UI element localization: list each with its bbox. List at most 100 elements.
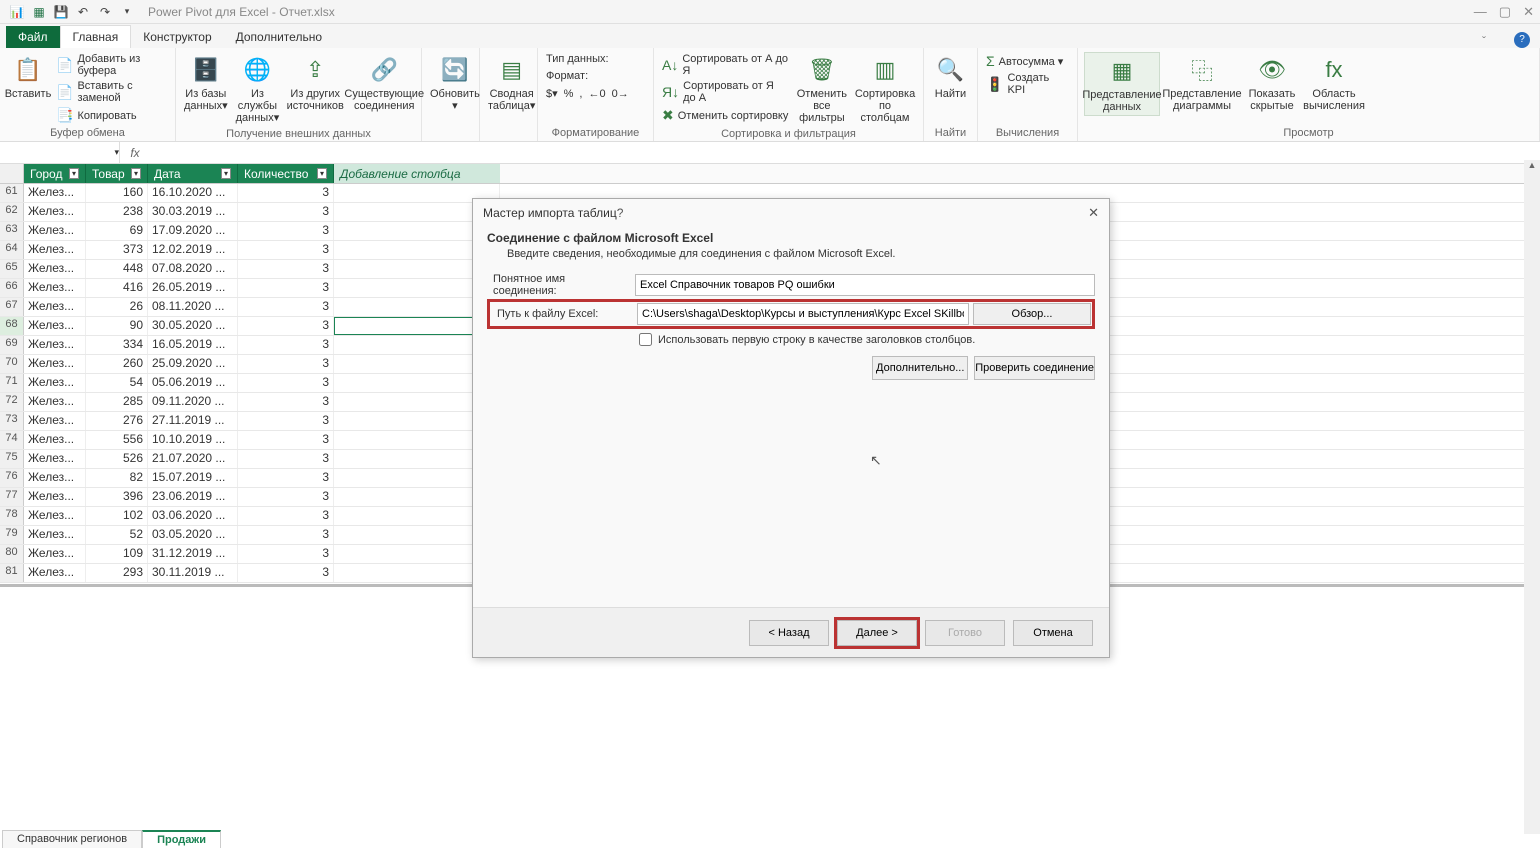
cell-product[interactable]: 334	[86, 336, 148, 354]
select-all-corner[interactable]	[0, 164, 24, 183]
cell-date[interactable]: 30.11.2019 ...	[148, 564, 238, 582]
filter-icon[interactable]: ▾	[69, 168, 79, 179]
cell-qty[interactable]: 3	[238, 450, 334, 468]
column-header-product[interactable]: Товар▾	[86, 164, 148, 183]
back-button[interactable]: < Назад	[749, 620, 829, 646]
filter-icon[interactable]: ▾	[131, 168, 141, 179]
paste-button[interactable]: 📋 Вставить	[6, 52, 50, 102]
file-path-input[interactable]	[637, 303, 969, 325]
column-header-qty[interactable]: Количество▾	[238, 164, 334, 183]
cell-date[interactable]: 12.02.2019 ...	[148, 241, 238, 259]
cell-product[interactable]: 276	[86, 412, 148, 430]
browse-button[interactable]: Обзор...	[973, 303, 1091, 325]
comma-button[interactable]: ,	[577, 86, 584, 101]
cell-date[interactable]: 21.07.2020 ...	[148, 450, 238, 468]
from-database-button[interactable]: 🗄️Из базы данных▾	[182, 52, 230, 114]
first-row-headers-checkbox[interactable]	[639, 333, 652, 346]
cell-qty[interactable]: 3	[238, 203, 334, 221]
cell-product[interactable]: 102	[86, 507, 148, 525]
filter-icon[interactable]: ▾	[221, 168, 231, 179]
autosum-button[interactable]: ΣАвтосумма ▾	[984, 52, 1071, 70]
row-number[interactable]: 67	[0, 298, 24, 316]
close-button[interactable]: ✕	[1523, 4, 1534, 20]
cell-product[interactable]: 26	[86, 298, 148, 316]
cell-city[interactable]: Желез...	[24, 374, 86, 392]
cell-city[interactable]: Желез...	[24, 412, 86, 430]
cell-date[interactable]: 03.05.2020 ...	[148, 526, 238, 544]
cell-city[interactable]: Желез...	[24, 260, 86, 278]
ribbon-collapse-icon[interactable]: ˇ	[1482, 34, 1486, 48]
cell-city[interactable]: Желез...	[24, 450, 86, 468]
row-number[interactable]: 72	[0, 393, 24, 411]
scroll-up-icon[interactable]: ▲	[1524, 160, 1540, 176]
find-button[interactable]: 🔍Найти	[930, 52, 971, 102]
row-number[interactable]: 71	[0, 374, 24, 392]
dec-decimal-button[interactable]: 0→	[610, 86, 631, 101]
row-number[interactable]: 74	[0, 431, 24, 449]
pivot-table-button[interactable]: ▤Сводная таблица▾	[486, 52, 537, 114]
minimize-button[interactable]: —	[1474, 4, 1487, 20]
refresh-button[interactable]: 🔄Обновить ▾	[428, 52, 482, 114]
cell-product[interactable]: 238	[86, 203, 148, 221]
cell-city[interactable]: Желез...	[24, 431, 86, 449]
redo-icon[interactable]: ↷	[94, 1, 116, 23]
sort-by-column-button[interactable]: ▥Сортировка по столбцам	[853, 52, 917, 126]
cell-date[interactable]: 03.06.2020 ...	[148, 507, 238, 525]
cell-qty[interactable]: 3	[238, 222, 334, 240]
cell-product[interactable]: 260	[86, 355, 148, 373]
inc-decimal-button[interactable]: ←0	[586, 86, 607, 101]
cell-product[interactable]: 82	[86, 469, 148, 487]
cell-city[interactable]: Желез...	[24, 488, 86, 506]
save-icon[interactable]: 💾	[50, 1, 72, 23]
cell-qty[interactable]: 3	[238, 336, 334, 354]
cell-qty[interactable]: 3	[238, 469, 334, 487]
copy-button[interactable]: 📑Копировать	[54, 106, 169, 125]
create-kpi-button[interactable]: 🚦Создать KPI	[984, 71, 1071, 97]
clear-filters-button[interactable]: 🗑Отменить все фильтры	[795, 52, 849, 126]
vertical-scrollbar[interactable]: ▲	[1524, 160, 1540, 834]
cell-product[interactable]: 285	[86, 393, 148, 411]
clear-sort-button[interactable]: ✖Отменить сортировку	[660, 106, 791, 125]
cell-city[interactable]: Желез...	[24, 203, 86, 221]
cell-date[interactable]: 17.09.2020 ...	[148, 222, 238, 240]
cell-qty[interactable]: 3	[238, 241, 334, 259]
qat-dropdown-icon[interactable]: ▾	[116, 1, 138, 23]
cell-date[interactable]: 16.05.2019 ...	[148, 336, 238, 354]
cell-product[interactable]: 396	[86, 488, 148, 506]
paste-replace-button[interactable]: 📄Вставить с заменой	[54, 79, 169, 105]
cell-qty[interactable]: 3	[238, 507, 334, 525]
cell-date[interactable]: 30.05.2020 ...	[148, 317, 238, 335]
row-number[interactable]: 79	[0, 526, 24, 544]
dialog-help-button[interactable]: ?	[617, 206, 624, 220]
show-hidden-button[interactable]: 👁Показать скрытые	[1244, 52, 1300, 114]
cell-product[interactable]: 52	[86, 526, 148, 544]
cell-qty[interactable]: 3	[238, 526, 334, 544]
cell-qty[interactable]: 3	[238, 393, 334, 411]
cell-qty[interactable]: 3	[238, 298, 334, 316]
cell-city[interactable]: Желез...	[24, 317, 86, 335]
cell-qty[interactable]: 3	[238, 279, 334, 297]
cell-qty[interactable]: 3	[238, 355, 334, 373]
row-number[interactable]: 64	[0, 241, 24, 259]
add-column[interactable]: Добавление столбца	[334, 164, 500, 183]
cancel-button[interactable]: Отмена	[1013, 620, 1093, 646]
cell-city[interactable]: Желез...	[24, 469, 86, 487]
cell-date[interactable]: 16.10.2020 ...	[148, 184, 238, 202]
tab-advanced[interactable]: Дополнительно	[224, 26, 334, 48]
cell-city[interactable]: Желез...	[24, 222, 86, 240]
percent-button[interactable]: %	[562, 86, 576, 101]
tab-home[interactable]: Главная	[60, 25, 132, 48]
row-number[interactable]: 75	[0, 450, 24, 468]
cell-qty[interactable]: 3	[238, 184, 334, 202]
help-icon[interactable]: ?	[1514, 32, 1530, 48]
cell-city[interactable]: Желез...	[24, 545, 86, 563]
undo-icon[interactable]: ↶	[72, 1, 94, 23]
cell-qty[interactable]: 3	[238, 260, 334, 278]
cell-date[interactable]: 15.07.2019 ...	[148, 469, 238, 487]
row-number[interactable]: 63	[0, 222, 24, 240]
row-number[interactable]: 81	[0, 564, 24, 582]
cell-product[interactable]: 416	[86, 279, 148, 297]
row-number[interactable]: 78	[0, 507, 24, 525]
sort-asc-button[interactable]: A↓Сортировать от А до Я	[660, 52, 791, 78]
cell-date[interactable]: 27.11.2019 ...	[148, 412, 238, 430]
